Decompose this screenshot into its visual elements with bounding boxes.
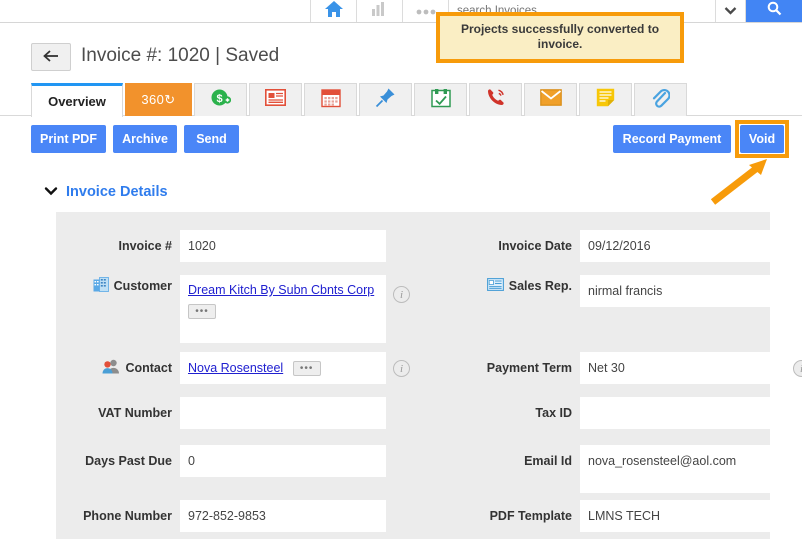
void-button[interactable]: Void: [740, 125, 784, 153]
tab-emails[interactable]: [524, 83, 577, 116]
contact-info-icon[interactable]: i: [393, 360, 410, 377]
phone-number-label: Phone Number: [83, 509, 172, 523]
refresh-360-icon: 360↻: [141, 92, 176, 107]
phone-number-value[interactable]: 972-852-9853: [180, 500, 386, 532]
tab-pinned[interactable]: [359, 83, 412, 116]
customer-info-icon[interactable]: i: [393, 286, 410, 303]
contact-field[interactable]: Nova Rosensteel •••: [180, 352, 386, 384]
table-row: Customer Dream Kitch By Subn Cbnts Corp …: [56, 275, 786, 343]
back-button[interactable]: [31, 43, 71, 71]
days-past-due-label: Days Past Due: [85, 454, 172, 468]
invoice-number-value[interactable]: 1020: [180, 230, 386, 262]
table-row: Phone Number 972-852-9853 PDF Template L…: [56, 500, 786, 532]
tax-id-value[interactable]: [580, 397, 786, 429]
search-icon: [767, 1, 782, 21]
dollar-money-icon: $: [210, 87, 232, 113]
record-payment-button[interactable]: Record Payment: [613, 125, 731, 153]
sales-rep-value[interactable]: nirmal francis: [580, 275, 786, 307]
tab-360[interactable]: 360↻: [125, 83, 192, 116]
payment-term-label: Payment Term: [486, 361, 572, 375]
void-pointer-arrow-annotation: [705, 158, 775, 206]
send-button[interactable]: Send: [184, 125, 239, 153]
calendar-icon: [320, 88, 341, 113]
customer-more-button[interactable]: •••: [188, 304, 216, 320]
arrow-left-icon: [42, 49, 60, 66]
phone-call-icon: [485, 87, 506, 113]
table-row: VAT Number Tax ID: [56, 397, 786, 429]
svg-text:$: $: [216, 93, 222, 105]
paperclip-icon: [651, 87, 671, 113]
days-past-due-value[interactable]: 0: [180, 445, 386, 477]
contact-link[interactable]: Nova Rosensteel: [188, 361, 283, 375]
people-icon: [102, 359, 120, 377]
invoice-details-title: Invoice Details: [66, 184, 168, 200]
chevron-down-icon: [724, 2, 737, 20]
invoice-date-label: Invoice Date: [498, 239, 572, 253]
page-title: Invoice #: 1020 | Saved: [81, 45, 280, 66]
table-row: Days Past Due 0 Email Id nova_rosensteel…: [56, 445, 786, 493]
invoice-details-section-toggle[interactable]: Invoice Details: [44, 184, 168, 200]
envelope-icon: [539, 89, 562, 111]
tab-calls[interactable]: [469, 83, 522, 116]
tab-notes2[interactable]: [579, 83, 632, 116]
tax-id-label: Tax ID: [535, 406, 572, 420]
payment-term-info-icon[interactable]: i: [793, 360, 802, 377]
tab-attachments[interactable]: [634, 83, 687, 116]
tab-notes[interactable]: [249, 83, 302, 116]
record-tabs: Overview 360↻ $: [31, 83, 689, 117]
invoice-number-label: Invoice #: [118, 239, 173, 253]
print-pdf-button[interactable]: Print PDF: [31, 125, 106, 153]
contact-label: Contact: [125, 361, 172, 375]
table-row: Invoice # 1020 Invoice Date 09/12/2016: [56, 230, 786, 262]
home-icon: [324, 0, 344, 23]
vat-number-label: VAT Number: [98, 406, 172, 420]
search-scope-dropdown[interactable]: [716, 0, 746, 22]
success-notification: Projects successfully converted to invoi…: [436, 12, 684, 63]
customer-field[interactable]: Dream Kitch By Subn Cbnts Corp •••: [180, 275, 386, 343]
email-id-value[interactable]: nova_rosensteel@aol.com: [580, 445, 786, 493]
email-id-label: Email Id: [524, 454, 572, 468]
payment-term-value[interactable]: Net 30: [580, 352, 786, 384]
more-dots-icon: [415, 2, 437, 20]
pdf-template-value[interactable]: LMNS TECH: [580, 500, 786, 532]
invoice-details-panel: Invoice # 1020 Invoice Date 09/12/2016 C…: [56, 212, 802, 539]
contact-card-icon: [486, 278, 504, 294]
home-button[interactable]: [310, 0, 356, 22]
invoice-date-value[interactable]: 09/12/2016: [580, 230, 786, 262]
building-icon: [93, 277, 109, 295]
tab-calendar[interactable]: [304, 83, 357, 116]
sticky-note-icon: [596, 88, 615, 112]
customer-link[interactable]: Dream Kitch By Subn Cbnts Corp: [188, 283, 374, 297]
search-submit-button[interactable]: [746, 0, 802, 22]
tab-overview-label: Overview: [48, 94, 106, 109]
contact-more-button[interactable]: •••: [292, 361, 321, 377]
document-lines-icon: [265, 89, 286, 111]
table-row: Contact Nova Rosensteel ••• i Payment Te…: [56, 352, 802, 384]
bar-chart-icon: [371, 1, 388, 22]
archive-button[interactable]: Archive: [113, 125, 177, 153]
chevron-down-icon: [44, 185, 58, 199]
tab-tasks[interactable]: [414, 83, 467, 116]
pdf-template-label: PDF Template: [489, 509, 572, 523]
reports-button[interactable]: [356, 0, 402, 22]
task-check-icon: [430, 88, 451, 113]
vat-number-value[interactable]: [180, 397, 386, 429]
customer-label: Customer: [113, 279, 172, 293]
tab-payments[interactable]: $: [194, 83, 247, 116]
pin-icon: [375, 87, 396, 113]
tab-overview[interactable]: Overview: [31, 83, 123, 117]
sales-rep-label: Sales Rep.: [508, 279, 572, 293]
